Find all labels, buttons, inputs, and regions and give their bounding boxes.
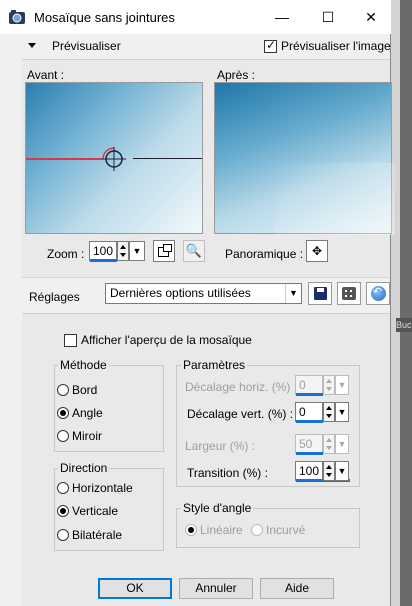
horizontal-offset-spinner[interactable] xyxy=(323,375,335,395)
randomize-button[interactable] xyxy=(337,282,361,305)
zoom-dropdown-chevron-icon[interactable]: ▼ xyxy=(129,241,145,261)
width-input[interactable]: 50 xyxy=(295,434,323,454)
transition-dropdown-icon[interactable]: ▼ xyxy=(335,461,349,481)
zoom-label: Zoom : xyxy=(47,247,85,261)
horizontal-offset-label: Décalage horiz. (%) : xyxy=(185,380,298,394)
crosshair-line-right xyxy=(133,158,202,159)
vertical-offset-spinner[interactable] xyxy=(323,402,335,422)
method-angle-radio[interactable] xyxy=(57,407,69,419)
method-angle-label[interactable]: Angle xyxy=(72,406,103,420)
direction-title: Direction xyxy=(58,461,110,475)
crosshair-line-left xyxy=(26,158,102,160)
method-title: Méthode xyxy=(58,358,109,372)
show-mosaic-preview-checkbox[interactable] xyxy=(64,334,77,347)
zoom-tool-icon: 🔍 xyxy=(183,240,205,262)
width-spinner[interactable] xyxy=(323,434,335,454)
horizontal-offset-input[interactable]: 0 xyxy=(295,375,323,395)
direction-vertical-radio[interactable] xyxy=(57,505,69,517)
presets-select[interactable]: Dernières options utilisées ▼ xyxy=(105,283,302,304)
help-button[interactable]: Aide xyxy=(260,578,334,599)
parameters-title: Paramètres xyxy=(181,358,248,372)
transition-label: Transition (%) : xyxy=(187,466,268,480)
presets-label: Réglages xyxy=(29,290,80,304)
vertical-offset-dropdown-icon[interactable]: ▼ xyxy=(335,402,349,422)
vertical-offset-input[interactable]: 0 xyxy=(295,402,323,422)
preview-image-label[interactable]: Prévisualiser l'image xyxy=(281,39,391,53)
background-app-strip: Buc xyxy=(390,0,412,606)
window-title: Mosaïque sans jointures xyxy=(34,10,175,25)
width-bar xyxy=(296,452,323,455)
angle-style-linear-label[interactable]: Linéaire xyxy=(200,523,243,537)
angle-style-linear-radio[interactable] xyxy=(185,524,197,536)
preview-toggle-label[interactable]: Prévisualiser xyxy=(52,39,121,53)
close-button[interactable]: ✕ xyxy=(351,0,391,34)
after-label: Après : xyxy=(217,68,256,82)
zoom-level-bar[interactable] xyxy=(90,259,117,262)
vertical-offset-bar xyxy=(296,420,323,423)
pan-label: Panoramique : xyxy=(225,247,304,261)
ok-button[interactable]: OK xyxy=(98,578,172,599)
zoom-fit-button[interactable] xyxy=(153,240,175,262)
direction-horizontal-radio[interactable] xyxy=(57,482,69,494)
save-disk-icon xyxy=(314,287,327,300)
presets-selected-value: Dernières options utilisées xyxy=(110,286,251,300)
pan-move-icon[interactable]: ✥ xyxy=(306,240,328,262)
app-icon xyxy=(8,9,26,25)
method-edge-radio[interactable] xyxy=(57,384,69,396)
background-tab-fragment: Buc xyxy=(396,318,412,332)
save-preset-button[interactable] xyxy=(308,282,332,305)
crosshair-icon[interactable] xyxy=(100,145,128,173)
collapse-arrow-icon[interactable] xyxy=(28,43,36,48)
angle-style-curved-label[interactable]: Incurvé xyxy=(266,523,305,537)
transition-spinner[interactable] xyxy=(323,461,335,481)
maximize-button[interactable]: ☐ xyxy=(305,0,351,34)
angle-style-curved-radio[interactable] xyxy=(251,524,263,536)
horizontal-offset-dropdown-icon[interactable]: ▼ xyxy=(335,375,349,395)
zoom-spinner[interactable] xyxy=(117,241,129,261)
direction-horizontal-label[interactable]: Horizontale xyxy=(72,481,133,495)
chevron-down-icon: ▼ xyxy=(285,284,301,303)
method-edge-label[interactable]: Bord xyxy=(72,383,97,397)
vertical-offset-label: Décalage vert. (%) : xyxy=(187,407,294,421)
cancel-button[interactable]: Annuler xyxy=(179,578,253,599)
method-group xyxy=(54,365,164,452)
divider xyxy=(22,277,390,278)
zoom-input[interactable]: 100 xyxy=(89,241,117,261)
direction-bilateral-radio[interactable] xyxy=(57,529,69,541)
width-label: Largeur (%) : xyxy=(185,439,256,453)
direction-vertical-label[interactable]: Verticale xyxy=(72,504,118,518)
before-label: Avant : xyxy=(27,68,65,82)
method-mirror-radio[interactable] xyxy=(57,430,69,442)
horizontal-offset-bar xyxy=(296,393,323,396)
after-preview-image[interactable] xyxy=(214,82,395,235)
angle-style-title: Style d'angle xyxy=(181,501,254,515)
reset-icon xyxy=(371,285,386,301)
method-mirror-label[interactable]: Miroir xyxy=(72,429,102,443)
transition-input[interactable]: 100 xyxy=(295,461,323,481)
preview-image-checkbox[interactable] xyxy=(264,38,277,53)
direction-bilateral-label[interactable]: Bilatérale xyxy=(72,528,122,542)
minimize-button[interactable]: — xyxy=(259,0,305,34)
reset-button[interactable] xyxy=(366,282,390,305)
dice-icon xyxy=(342,287,356,300)
show-mosaic-preview-label[interactable]: Afficher l'aperçu de la mosaïque xyxy=(81,333,252,347)
width-dropdown-icon[interactable]: ▼ xyxy=(335,434,349,454)
